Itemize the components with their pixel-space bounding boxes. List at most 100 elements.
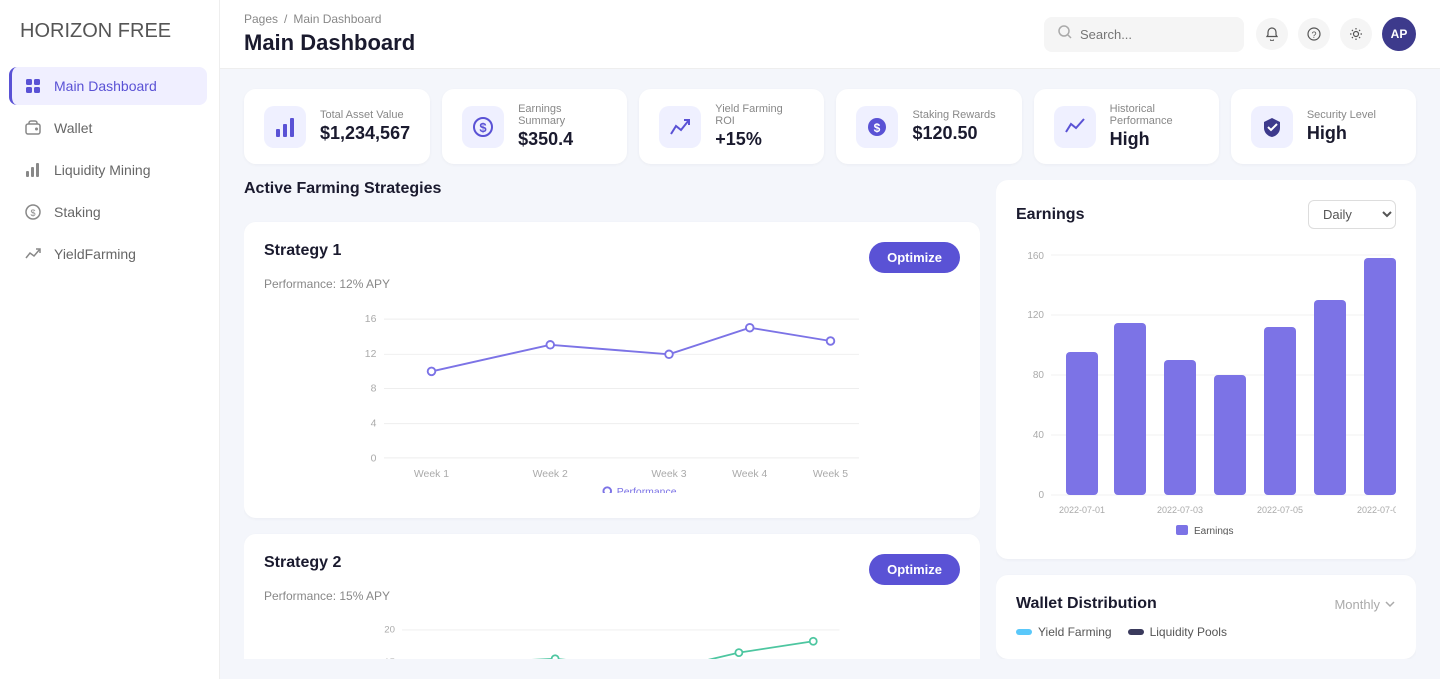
- svg-text:16: 16: [365, 314, 377, 325]
- svg-text:$: $: [874, 121, 881, 135]
- strategy-2-chart: 20 15 10 5 0: [264, 615, 960, 659]
- svg-text:0: 0: [371, 454, 377, 465]
- sidebar-item-main-dashboard[interactable]: Main Dashboard: [9, 67, 207, 105]
- strategy-1-performance: Performance: 12% APY: [264, 277, 960, 291]
- content-area: Total Asset Value $1,234,567 $ Earnings …: [220, 69, 1440, 679]
- wallet-legend-yield: Yield Farming: [1016, 625, 1112, 639]
- stat-info-yield-roi: Yield Farming ROI +15%: [715, 103, 804, 150]
- wallet-legend-liquidity: Liquidity Pools: [1128, 625, 1227, 639]
- breadcrumb-pages: Pages: [244, 12, 278, 26]
- wallet-icon: [24, 119, 42, 137]
- stat-value-earnings: $350.4: [518, 129, 607, 150]
- section-title-farming: Active Farming Strategies: [244, 180, 980, 198]
- wallet-dist-header: Wallet Distribution Monthly: [1016, 595, 1396, 613]
- breadcrumb: Pages / Main Dashboard: [244, 12, 415, 26]
- svg-text:$: $: [30, 208, 35, 218]
- svg-text:Earnings: Earnings: [1194, 526, 1233, 535]
- sidebar-label-wallet: Wallet: [54, 120, 92, 136]
- stat-info-historical: Historical Performance High: [1110, 103, 1199, 150]
- svg-text:0: 0: [1038, 490, 1044, 501]
- search-input[interactable]: [1080, 27, 1230, 42]
- svg-text:?: ?: [1311, 30, 1316, 40]
- wallet-legend-liquidity-dot: [1128, 629, 1144, 635]
- stat-icon-earnings: $: [462, 106, 504, 148]
- logo-text-bold: HORIZON: [20, 20, 112, 42]
- wallet-legend-liquidity-label: Liquidity Pools: [1150, 625, 1227, 639]
- sidebar-label-liquidity-mining: Liquidity Mining: [54, 162, 151, 178]
- stat-card-yield-roi: Yield Farming ROI +15%: [639, 89, 824, 164]
- notification-button[interactable]: [1256, 18, 1288, 50]
- svg-text:Week 1: Week 1: [414, 469, 449, 480]
- sidebar-item-yield-farming[interactable]: YieldFarming: [12, 235, 207, 273]
- stat-label-earnings: Earnings Summary: [518, 103, 607, 127]
- strategy-card-1: Strategy 1 Optimize Performance: 12% APY…: [244, 222, 980, 518]
- strategy-1-chart: 16 12 8 4 0: [264, 303, 960, 498]
- wallet-dist-period-select[interactable]: Monthly: [1334, 597, 1396, 612]
- header-right: ? AP: [1044, 17, 1416, 52]
- svg-text:2022-07-03: 2022-07-03: [1157, 505, 1203, 515]
- header-icons: ? AP: [1256, 17, 1416, 51]
- svg-text:20: 20: [384, 625, 395, 636]
- strategy-2-header: Strategy 2 Optimize: [264, 554, 960, 585]
- stat-label-historical: Historical Performance: [1110, 103, 1199, 127]
- stat-label-staking: Staking Rewards: [912, 109, 995, 121]
- search-icon: [1058, 25, 1072, 44]
- earnings-panel-title: Earnings: [1016, 206, 1084, 224]
- earnings-period-select[interactable]: Daily Weekly Monthly: [1308, 200, 1396, 229]
- svg-text:160: 160: [1027, 251, 1044, 262]
- svg-text:2022-07-05: 2022-07-05: [1257, 505, 1303, 515]
- left-column: Active Farming Strategies Strategy 1 Opt…: [244, 180, 980, 659]
- avatar[interactable]: AP: [1382, 17, 1416, 51]
- stat-info-total-asset: Total Asset Value $1,234,567: [320, 109, 410, 144]
- stat-icon-total-asset: [264, 106, 306, 148]
- sidebar: HORIZON FREE Main Dashboard: [0, 0, 220, 679]
- earnings-panel-header: Earnings Daily Weekly Monthly: [1016, 200, 1396, 229]
- sidebar-item-wallet[interactable]: Wallet: [12, 109, 207, 147]
- sidebar-nav: Main Dashboard Wallet Liquidity Mining: [0, 67, 219, 273]
- bar-chart-icon: [24, 161, 42, 179]
- stat-info-staking: Staking Rewards $120.50: [912, 109, 995, 144]
- two-col-layout: Active Farming Strategies Strategy 1 Opt…: [244, 180, 1416, 659]
- wallet-dist-title: Wallet Distribution: [1016, 595, 1157, 613]
- settings-button[interactable]: [1340, 18, 1372, 50]
- sidebar-label-main-dashboard: Main Dashboard: [54, 78, 157, 94]
- svg-text:Week 3: Week 3: [651, 469, 686, 480]
- stat-value-yield-roi: +15%: [715, 129, 804, 150]
- svg-text:15: 15: [384, 657, 395, 659]
- svg-text:Week 5: Week 5: [813, 469, 848, 480]
- stat-value-security: High: [1307, 123, 1376, 144]
- header: Pages / Main Dashboard Main Dashboard: [220, 0, 1440, 69]
- wallet-dist-period-label: Monthly: [1334, 597, 1380, 612]
- sidebar-item-liquidity-mining[interactable]: Liquidity Mining: [12, 151, 207, 189]
- search-box[interactable]: [1044, 17, 1244, 52]
- svg-text:2022-07-07: 2022-07-07: [1357, 505, 1396, 515]
- stat-icon-staking: $: [856, 106, 898, 148]
- logo-text-light: FREE: [118, 20, 171, 42]
- stat-icon-yield-roi: [659, 106, 701, 148]
- dollar-circle-icon: $: [24, 203, 42, 221]
- strategy-2-title: Strategy 2: [264, 554, 341, 572]
- stat-card-staking: $ Staking Rewards $120.50: [836, 89, 1021, 164]
- svg-text:Week 2: Week 2: [533, 469, 568, 480]
- stat-card-security: Security Level High: [1231, 89, 1416, 164]
- stat-label-yield-roi: Yield Farming ROI: [715, 103, 804, 127]
- grid-icon: [24, 77, 42, 95]
- strategy-card-2: Strategy 2 Optimize Performance: 15% APY…: [244, 534, 980, 659]
- stat-value-staking: $120.50: [912, 123, 995, 144]
- svg-text:12: 12: [365, 349, 377, 360]
- stat-icon-historical: [1054, 106, 1096, 148]
- earnings-bar-chart: 160 120 80 40 0: [1016, 245, 1396, 540]
- sidebar-item-staking[interactable]: $ Staking: [12, 193, 207, 231]
- stat-icon-security: [1251, 106, 1293, 148]
- optimize-button-2[interactable]: Optimize: [869, 554, 960, 585]
- wallet-legend-yield-label: Yield Farming: [1038, 625, 1112, 639]
- svg-text:2022-07-01: 2022-07-01: [1059, 505, 1105, 515]
- header-left: Pages / Main Dashboard Main Dashboard: [244, 12, 415, 56]
- svg-text:$: $: [479, 120, 487, 135]
- svg-text:80: 80: [1033, 370, 1045, 381]
- svg-text:Performance: Performance: [617, 487, 677, 493]
- optimize-button-1[interactable]: Optimize: [869, 242, 960, 273]
- strategy-1-header: Strategy 1 Optimize: [264, 242, 960, 273]
- help-button[interactable]: ?: [1298, 18, 1330, 50]
- breadcrumb-current: Main Dashboard: [293, 12, 381, 26]
